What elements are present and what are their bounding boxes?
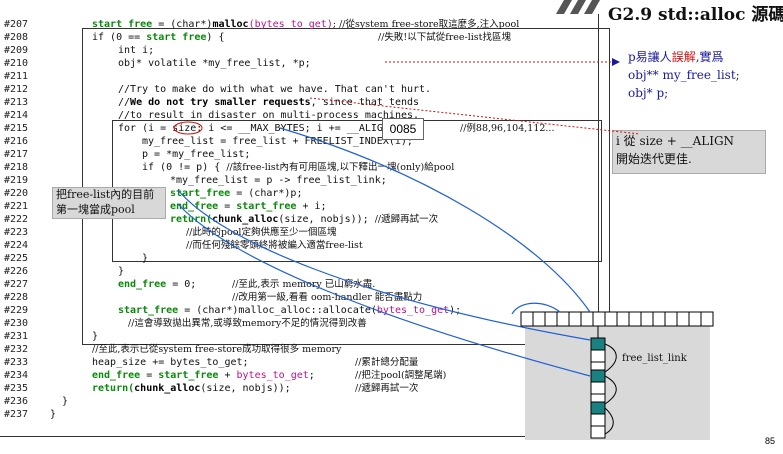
size-highlight-circle <box>173 121 203 135</box>
page-number: 85 <box>765 436 776 446</box>
annotation-overlay <box>173 58 714 439</box>
free-list-link-label: free_list_link <box>622 353 687 364</box>
blue-pointer-arrows <box>177 127 591 377</box>
red-dotted-pointers <box>309 61 641 135</box>
p-note-arrowhead <box>612 58 620 66</box>
free-list-array <box>520 311 714 327</box>
free-list-chain <box>590 337 606 439</box>
